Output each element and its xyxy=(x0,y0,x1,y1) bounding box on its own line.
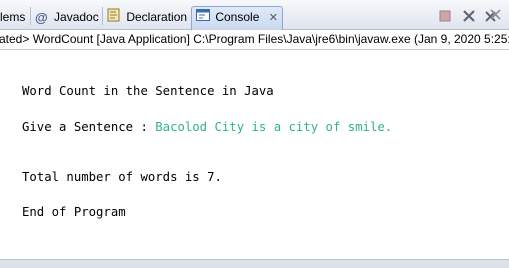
view-tab-bar: lems @ Javadoc Declaration Console ✕ xyxy=(0,0,509,30)
tab-declaration[interactable]: Declaration xyxy=(107,7,187,27)
console-icon xyxy=(196,8,210,28)
remove-launch-icon[interactable] xyxy=(461,8,477,24)
tab-javadoc[interactable]: @ Javadoc xyxy=(35,7,99,27)
tab-problems[interactable]: lems xyxy=(0,7,25,27)
tab-console-label: Console xyxy=(215,10,260,24)
tab-javadoc-label: Javadoc xyxy=(54,10,99,24)
tab-divider xyxy=(102,7,103,25)
console-line-end: End of Program xyxy=(22,205,126,219)
at-icon: @ xyxy=(35,9,48,25)
tab-declaration-label: Declaration xyxy=(126,10,188,24)
terminate-icon[interactable] xyxy=(437,8,453,24)
declaration-icon xyxy=(107,8,121,28)
tab-problems-label: lems xyxy=(0,10,26,24)
launch-status-line: ated> WordCount [Java Application] C:\Pr… xyxy=(0,30,509,50)
tab-divider xyxy=(30,7,31,25)
tab-console[interactable]: Console ✕ xyxy=(191,6,283,30)
user-input-text: Bacolod City is a city of smile. xyxy=(155,120,393,134)
launch-description: ated> WordCount [Java Application] C:\Pr… xyxy=(0,32,509,46)
prompt-text: Give a Sentence : xyxy=(22,120,156,134)
console-line-result: Total number of words is 7. xyxy=(22,170,222,184)
console-line-title: Word Count in the Sentence in Java xyxy=(22,84,274,98)
console-line-prompt: Give a Sentence : Bacolod City is a city… xyxy=(22,120,392,134)
remove-all-terminated-icon[interactable] xyxy=(484,8,501,24)
close-icon[interactable]: ✕ xyxy=(269,8,278,28)
